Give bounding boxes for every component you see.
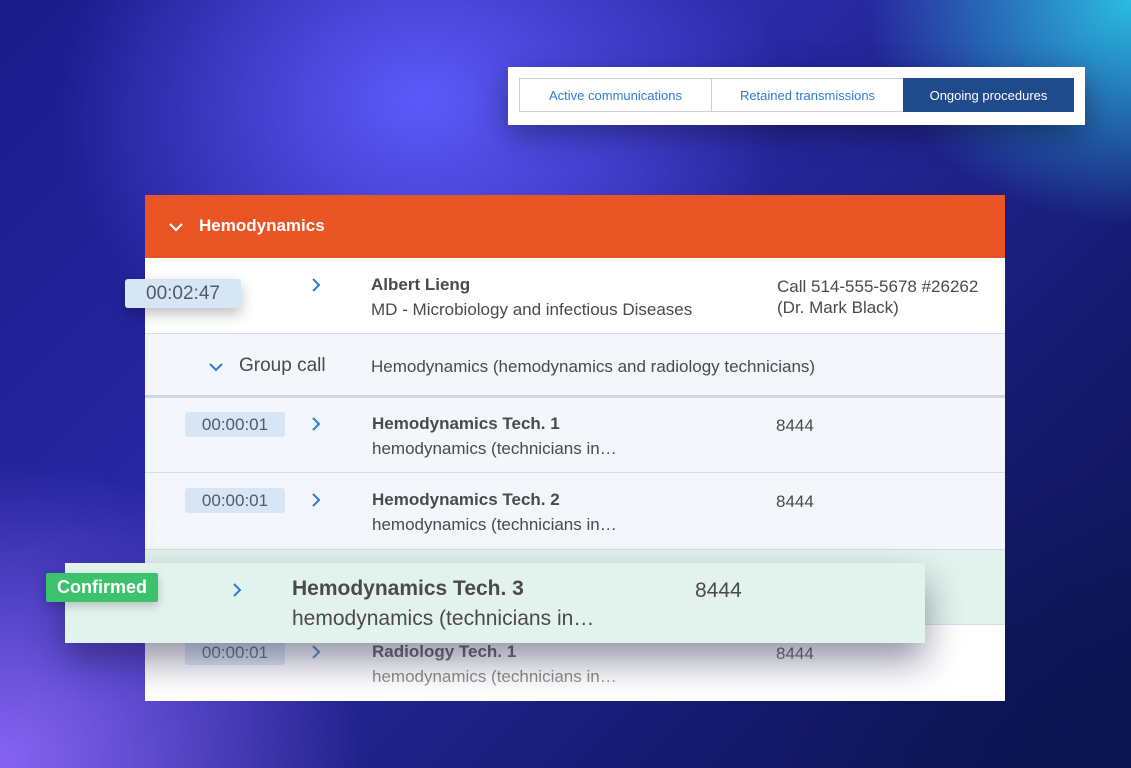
call-timer: 00:00:01: [185, 412, 285, 437]
group-call-description: Hemodynamics (hemodynamics and radiology…: [371, 357, 816, 376]
tab-retained-transmissions[interactable]: Retained transmissions: [711, 78, 904, 112]
call-timer: 00:00:01: [185, 488, 285, 513]
member-name: Hemodynamics Tech. 1: [372, 414, 560, 433]
call-line-2: (Dr. Mark Black): [777, 298, 899, 317]
member-description: hemodynamics (technicians in…: [372, 667, 617, 686]
chevron-right-icon[interactable]: [230, 581, 244, 599]
table-row[interactable]: 00:00:01 Hemodynamics Tech. 2 hemodynami…: [145, 473, 1005, 550]
call-line-1: Call 514-555-5678 #26262: [777, 277, 979, 296]
member-extension: 8444: [776, 492, 814, 511]
tab-bar: Active communications Retained transmiss…: [508, 67, 1085, 125]
member-name: Hemodynamics Tech. 3: [292, 577, 524, 600]
section-header[interactable]: Hemodynamics: [145, 195, 1005, 258]
call-timer: 00:02:47: [125, 279, 241, 308]
chevron-right-icon[interactable]: [309, 276, 323, 294]
chevron-right-icon[interactable]: [309, 415, 323, 433]
member-extension: 8444: [695, 579, 742, 602]
section-title: Hemodynamics: [199, 216, 325, 235]
group-call-row[interactable]: Group call Hemodynamics (hemodynamics an…: [145, 334, 1005, 398]
member-name: Radiology Tech. 1: [372, 642, 517, 661]
chevron-down-icon[interactable]: [207, 358, 225, 376]
member-description: hemodynamics (technicians in…: [292, 607, 595, 630]
contact-name: Albert Lieng: [371, 275, 471, 294]
chevron-down-icon: [169, 223, 183, 232]
table-row[interactable]: Albert Lieng MD - Microbiology and infec…: [145, 258, 1005, 334]
chevron-right-icon[interactable]: [309, 491, 323, 509]
table-row[interactable]: 00:00:01 Hemodynamics Tech. 1 hemodynami…: [145, 398, 1005, 473]
tabs-row: Active communications Retained transmiss…: [519, 78, 1074, 114]
chevron-right-icon[interactable]: [309, 643, 323, 661]
member-description: hemodynamics (technicians in…: [372, 515, 617, 534]
tab-active-communications[interactable]: Active communications: [519, 78, 712, 112]
confirmed-badge: Confirmed: [46, 573, 158, 602]
confirmed-member-card[interactable]: Hemodynamics Tech. 3 hemodynamics (techn…: [65, 563, 925, 643]
contact-role: MD - Microbiology and infectious Disease…: [371, 300, 693, 319]
tab-ongoing-procedures[interactable]: Ongoing procedures: [903, 78, 1074, 112]
call-timer: 00:00:01: [185, 640, 285, 665]
member-name: Hemodynamics Tech. 2: [372, 490, 560, 509]
group-call-label: Group call: [239, 355, 326, 376]
member-description: hemodynamics (technicians in…: [372, 439, 617, 458]
member-extension: 8444: [776, 416, 814, 435]
member-extension: 8444: [776, 644, 814, 663]
